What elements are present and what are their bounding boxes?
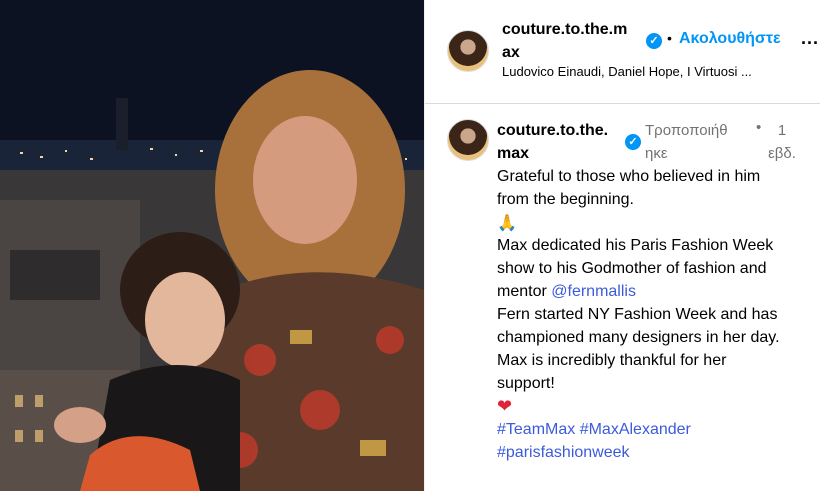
caption-verified-badge-icon: ✓ bbox=[625, 134, 641, 150]
caption-line: championed many designers in her day. bbox=[497, 329, 780, 346]
caption-text: Grateful to those who believed in him fr… bbox=[497, 165, 819, 464]
time-line-2[interactable]: εβδ. bbox=[765, 142, 799, 165]
caption-line-with-mention: mentor @fernmallis bbox=[497, 280, 819, 303]
caption-line: from the beginning. bbox=[497, 191, 634, 208]
caption-line: show to his Godmother of fashion and bbox=[497, 260, 767, 277]
post-time[interactable]: 1 εβδ. bbox=[765, 119, 799, 165]
username-line-2[interactable]: ax bbox=[502, 41, 642, 64]
edited-line-1: Τροποποιήθ bbox=[645, 122, 728, 139]
caption-line: mentor bbox=[497, 283, 552, 300]
caption-line: Max dedicated his Paris Fashion Week bbox=[497, 237, 774, 254]
mention-link[interactable]: @fernmallis bbox=[551, 283, 636, 300]
more-options-icon[interactable]: ... bbox=[801, 28, 819, 49]
header-username[interactable]: couture.to.the.m ax bbox=[502, 18, 642, 64]
username-line-1[interactable]: couture.to.the.m bbox=[502, 18, 642, 41]
heart-emoji: ❤ bbox=[497, 396, 513, 417]
caption-line: support! bbox=[497, 375, 555, 392]
night-city-photo bbox=[0, 0, 424, 491]
caption-avatar[interactable] bbox=[447, 119, 489, 161]
praying-hands-emoji: 🙏 bbox=[497, 213, 517, 232]
edited-label: Τροποποιήθ ηκε bbox=[645, 119, 737, 165]
caption-username-line-2[interactable]: max bbox=[497, 142, 625, 165]
separator-dot: • bbox=[667, 30, 672, 46]
post-photo[interactable] bbox=[0, 0, 424, 491]
caption-username[interactable]: couture.to.the. max bbox=[497, 119, 625, 165]
hashtag-link[interactable]: #parisfashionweek bbox=[497, 444, 630, 461]
caption-line: Max is incredibly thankful for her bbox=[497, 352, 727, 369]
caption-line: Grateful to those who believed in him bbox=[497, 168, 761, 185]
edited-line-2: ηκε bbox=[645, 145, 668, 162]
hashtag-link[interactable]: #TeamMax bbox=[497, 421, 575, 438]
follow-button[interactable]: Ακολουθήστε bbox=[679, 30, 781, 48]
time-line-1[interactable]: 1 bbox=[765, 119, 799, 142]
caption-username-line-1[interactable]: couture.to.the. bbox=[497, 119, 625, 142]
post-details-panel: couture.to.the.m ax ✓ • Ακολουθήστε ... … bbox=[424, 0, 820, 491]
music-track[interactable]: Ludovico Einaudi, Daniel Hope, I Virtuos… bbox=[502, 64, 802, 79]
caption-separator-dot: • bbox=[756, 119, 762, 136]
post-header: couture.to.the.m ax ✓ • Ακολουθήστε ... … bbox=[425, 0, 820, 104]
hashtags-line: #parisfashionweek bbox=[497, 441, 819, 464]
caption-line: Fern started NY Fashion Week and has bbox=[497, 306, 778, 323]
hashtag-link[interactable]: #MaxAlexander bbox=[580, 421, 691, 438]
user-avatar[interactable] bbox=[447, 30, 489, 72]
verified-badge-icon: ✓ bbox=[646, 33, 662, 49]
hashtags-line: #TeamMax #MaxAlexander bbox=[497, 418, 819, 441]
